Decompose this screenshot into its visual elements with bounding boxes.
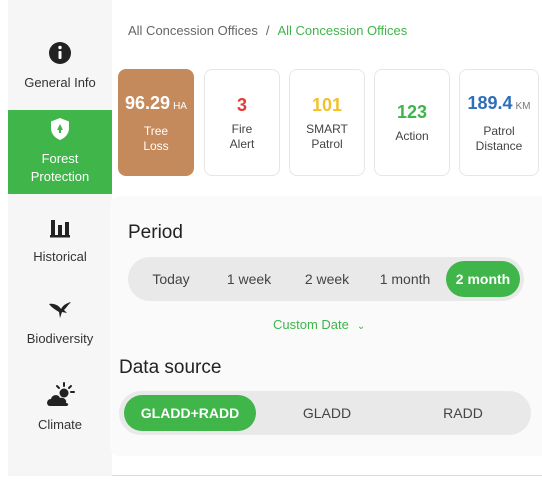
stat-card-fire-alert[interactable]: 3 Fire Alert bbox=[204, 69, 280, 176]
stat-unit: HA bbox=[173, 100, 187, 112]
stat-value: 3 bbox=[236, 94, 247, 115]
period-selector: Today 1 week 2 week 1 month 2 month bbox=[128, 257, 524, 301]
stat-card-patrol-distance[interactable]: 189.4 KM Patrol Distance bbox=[459, 69, 539, 176]
stat-card-action[interactable]: 123 Action bbox=[374, 69, 450, 176]
sidebar-item-label: Historical bbox=[33, 249, 87, 264]
breadcrumb-current[interactable]: All Concession Offices bbox=[277, 23, 407, 38]
sidebar-item-climate[interactable]: Climate bbox=[8, 382, 112, 438]
sidebar-item-general-info[interactable]: General Info bbox=[8, 40, 112, 100]
sidebar-item-forest-protection[interactable]: Forest Protection bbox=[8, 110, 112, 194]
period-title: Period bbox=[128, 222, 183, 243]
period-option-1-week[interactable]: 1 week bbox=[214, 257, 284, 301]
data-source-option-gladd-radd[interactable]: GLADD+RADD bbox=[124, 395, 256, 431]
breadcrumb-parent[interactable]: All Concession Offices bbox=[128, 23, 258, 38]
stat-card-smart-patrol[interactable]: 101 SMART Patrol bbox=[289, 69, 365, 176]
sidebar-item-label: Biodiversity bbox=[26, 331, 94, 346]
sidebar-item-label: Climate bbox=[37, 417, 83, 432]
data-source-title: Data source bbox=[119, 357, 222, 378]
sidebar-item-label: General Info bbox=[24, 75, 96, 90]
custom-date-label: Custom Date bbox=[273, 317, 349, 332]
stat-label: Patrol Distance bbox=[475, 123, 523, 153]
data-source-option-gladd[interactable]: GLADD bbox=[287, 391, 367, 435]
period-option-1-month[interactable]: 1 month bbox=[370, 257, 440, 301]
stat-value: 123 bbox=[396, 102, 428, 122]
stat-value: 96.29 HA bbox=[125, 92, 187, 113]
stat-value: 189.4 KM bbox=[467, 92, 531, 113]
breadcrumb-separator: / bbox=[265, 23, 270, 38]
breadcrumb: All Concession Offices / All Concession Of… bbox=[128, 23, 407, 38]
period-option-2-week[interactable]: 2 week bbox=[291, 257, 363, 301]
period-option-today[interactable]: Today bbox=[136, 257, 206, 301]
stat-card-tree-loss[interactable]: 96.29 HA Tree Loss bbox=[118, 69, 194, 176]
stat-label: Tree Loss bbox=[143, 123, 169, 153]
period-option-2-month[interactable]: 2 month bbox=[446, 261, 520, 297]
stat-value: 101 bbox=[311, 94, 343, 115]
chevron-down-icon: ⌄ bbox=[356, 321, 366, 332]
data-source-option-radd[interactable]: RADD bbox=[423, 391, 503, 435]
sidebar-item-biodiversity[interactable]: Biodiversity bbox=[8, 296, 112, 352]
custom-date-dropdown[interactable]: Custom Date ⌄ bbox=[273, 317, 365, 332]
stat-unit: KM bbox=[515, 100, 531, 112]
shield-icon bbox=[51, 118, 69, 140]
sidebar-item-label: Forest Protection bbox=[30, 151, 90, 184]
bird-icon bbox=[49, 302, 71, 318]
bar-chart-icon bbox=[50, 220, 70, 238]
info-icon bbox=[49, 42, 71, 64]
stat-label: SMART Patrol bbox=[306, 121, 348, 151]
sidebar: General Info Forest Protection Historica… bbox=[8, 0, 112, 476]
data-source-selector: GLADD+RADD GLADD RADD bbox=[119, 391, 531, 435]
stat-label: Action bbox=[395, 129, 429, 143]
stat-label: Fire Alert bbox=[229, 121, 255, 151]
sun-cloud-icon bbox=[47, 382, 75, 406]
sidebar-item-historical[interactable]: Historical bbox=[8, 214, 112, 270]
